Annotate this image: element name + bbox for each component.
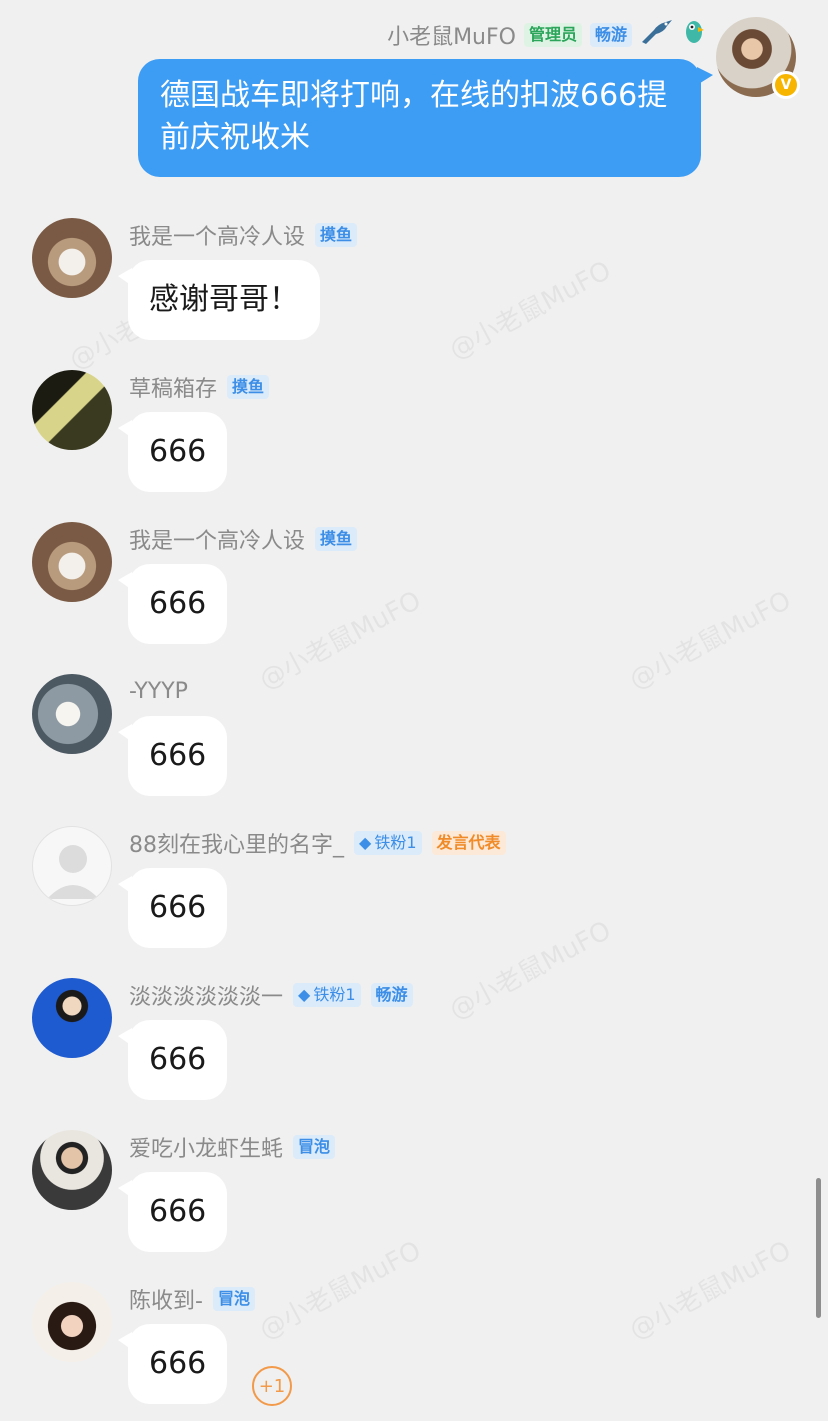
scrollbar[interactable]: [816, 1178, 821, 1318]
avatar[interactable]: [32, 370, 112, 450]
self-name-row: 小老鼠MuFO 管理员 畅游: [387, 20, 706, 50]
level-tag: 冒泡: [293, 1135, 336, 1159]
message-bubble[interactable]: 666: [117, 716, 228, 796]
sender-name[interactable]: 草稿箱存: [129, 371, 217, 403]
parrot-icon: [682, 18, 706, 52]
avatar[interactable]: [32, 978, 112, 1058]
level-tag: 摸鱼: [315, 527, 358, 551]
level-tag: 摸鱼: [227, 375, 270, 399]
message-bubble[interactable]: 感谢哥哥！: [118, 260, 320, 340]
plus-one-button[interactable]: +1: [252, 1366, 292, 1406]
admin-tag: 管理员: [523, 23, 582, 47]
fan-tag: ◆ 铁粉1: [293, 983, 361, 1007]
chat-message: 88刻在我心里的名字_ ◆ 铁粉1 发言代表 666: [0, 826, 828, 956]
chat-message: 我是一个高冷人设 摸鱼 666: [0, 522, 828, 652]
self-message: 小老鼠MuFO 管理员 畅游 V 德国战车即将打响，在线的扣波666提前庆祝收米: [0, 0, 828, 190]
fan-tag-label: 铁粉1: [374, 833, 417, 852]
level-tag: 畅游: [589, 23, 632, 47]
message-bubble[interactable]: 666: [117, 564, 228, 644]
sender-name[interactable]: 我是一个高冷人设: [129, 523, 305, 555]
name-row: 爱吃小龙虾生蚝 冒泡: [129, 1131, 336, 1163]
level-tag: 畅游: [370, 983, 413, 1007]
avatar[interactable]: [32, 522, 112, 602]
chat-message: 爱吃小龙虾生蚝 冒泡 666: [0, 1130, 828, 1260]
fan-tag-label: 铁粉1: [313, 985, 356, 1004]
avatar[interactable]: [32, 674, 112, 754]
avatar[interactable]: [32, 1282, 112, 1362]
message-bubble[interactable]: 666: [117, 412, 228, 492]
chat-message: 草稿箱存 摸鱼 666: [0, 370, 828, 500]
self-message-bubble[interactable]: 德国战车即将打响，在线的扣波666提前庆祝收米: [138, 59, 713, 177]
chat-message: 陈收到- 冒泡 666 +1: [0, 1282, 828, 1412]
level-tag: 冒泡: [212, 1287, 255, 1311]
name-row: 88刻在我心里的名字_ ◆ 铁粉1 发言代表: [129, 828, 506, 858]
level-tag: 摸鱼: [315, 223, 358, 247]
sender-name[interactable]: 爱吃小龙虾生蚝: [129, 1131, 283, 1163]
default-avatar-icon: [47, 845, 99, 899]
sender-name[interactable]: -YYYP: [129, 679, 188, 704]
message-bubble[interactable]: 666: [117, 1172, 228, 1252]
verified-icon: V: [772, 71, 800, 99]
message-bubble[interactable]: 666: [117, 1020, 228, 1100]
bird-icon: [640, 18, 674, 52]
sender-name[interactable]: 陈收到-: [129, 1283, 203, 1315]
diamond-icon: ◆: [298, 985, 311, 1004]
sender-name[interactable]: 我是一个高冷人设: [129, 219, 305, 251]
chat-message: -YYYP 666: [0, 674, 828, 804]
diamond-icon: ◆: [359, 833, 372, 852]
chat-message: 我是一个高冷人设 摸鱼 感谢哥哥！: [0, 218, 828, 348]
message-bubble[interactable]: 666: [117, 868, 228, 948]
name-row: 陈收到- 冒泡: [129, 1284, 255, 1314]
name-row: 我是一个高冷人设 摸鱼: [129, 219, 358, 251]
sender-name[interactable]: 88刻在我心里的名字_: [129, 827, 344, 859]
avatar[interactable]: [32, 218, 112, 298]
name-row: -YYYP: [129, 676, 188, 706]
name-row: 淡淡淡淡淡淡一 ◆ 铁粉1 畅游: [129, 980, 413, 1010]
avatar[interactable]: [32, 826, 112, 906]
self-avatar[interactable]: V: [716, 17, 800, 99]
message-bubble[interactable]: 666: [117, 1324, 228, 1404]
sender-name[interactable]: 淡淡淡淡淡淡一: [129, 979, 283, 1011]
name-row: 草稿箱存 摸鱼: [129, 371, 270, 403]
speaker-tag: 发言代表: [431, 831, 506, 855]
sender-name[interactable]: 小老鼠MuFO: [387, 19, 516, 51]
fan-tag: ◆ 铁粉1: [354, 831, 422, 855]
avatar[interactable]: [32, 1130, 112, 1210]
chat-message: 淡淡淡淡淡淡一 ◆ 铁粉1 畅游 666: [0, 978, 828, 1108]
name-row: 我是一个高冷人设 摸鱼: [129, 523, 358, 555]
